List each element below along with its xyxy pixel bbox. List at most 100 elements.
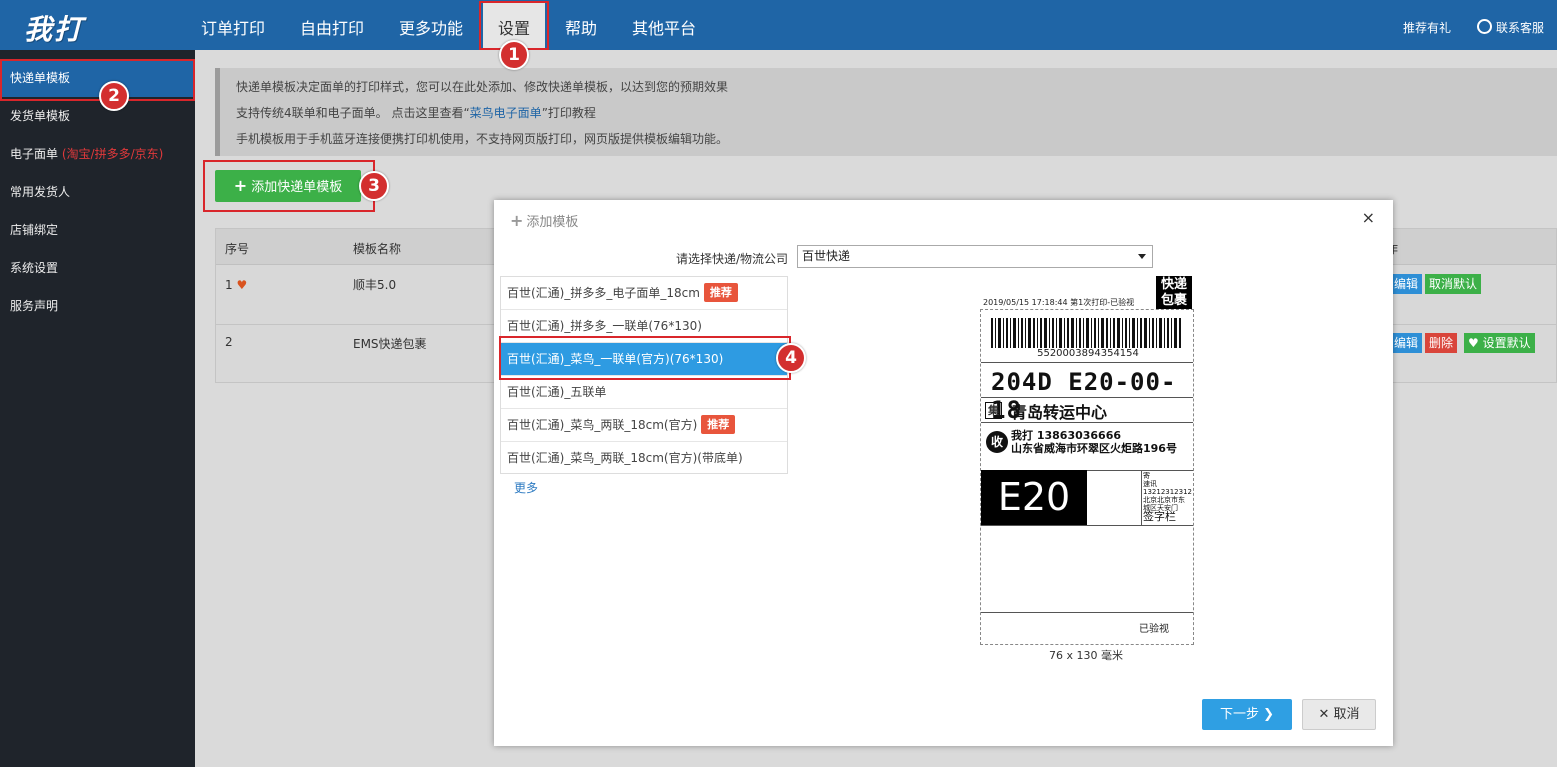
list-item[interactable]: 百世(汇通)_菜鸟_两联_18cm(官方) 推荐 bbox=[501, 409, 787, 442]
collect-icon: 集 bbox=[985, 402, 1002, 419]
sidebar-item-label: 电子面单 bbox=[10, 147, 59, 161]
template-label: 百世(汇通)_拼多多_电子面单_18cm bbox=[507, 286, 700, 300]
print-date-line: 2019/05/15 17:18:44 第1次打印-已验视 bbox=[983, 298, 1135, 307]
sidebar-item-service-statement[interactable]: 服务声明 bbox=[0, 287, 195, 325]
divider bbox=[981, 525, 1193, 526]
callout-badge-4: 4 bbox=[776, 343, 806, 373]
callout-box-express-template bbox=[0, 59, 195, 101]
sender-text: 北京北京市东 bbox=[1143, 496, 1185, 504]
sender-text: 速讯 bbox=[1143, 480, 1157, 488]
divider bbox=[981, 362, 1193, 363]
row-index: 2 bbox=[225, 335, 233, 349]
carrier-select-value: 百世快递 bbox=[802, 249, 851, 263]
carrier-select-label: 请选择快递/物流公司 bbox=[676, 252, 789, 266]
heart-icon: ♥ bbox=[236, 278, 248, 292]
sidebar-item-shop-binding[interactable]: 店铺绑定 bbox=[0, 211, 195, 249]
nav-other-platforms[interactable]: 其他平台 bbox=[632, 0, 696, 50]
add-template-dialog: + 添加模板 × 请选择快递/物流公司 百世快递 百世(汇通)_拼多多_电子面单_… bbox=[494, 200, 1393, 746]
table-row: 1 ♥ bbox=[225, 278, 247, 292]
set-default-button[interactable]: ♥ 设置默认 bbox=[1464, 333, 1535, 353]
more-templates-link[interactable]: 更多 bbox=[514, 479, 538, 496]
template-label: 百世(汇通)_五联单 bbox=[507, 385, 607, 399]
next-label: 下一步 bbox=[1219, 707, 1259, 722]
callout-badge-1: 1 bbox=[499, 40, 529, 70]
sidebar-item-note: (淘宝/拼多多/京东) bbox=[61, 147, 164, 161]
sender-info: 寄 速讯 13212312312 北京北京市东 城区天安门 bbox=[1143, 472, 1193, 512]
app-logo[interactable]: 我打 bbox=[24, 8, 134, 46]
cainiao-tutorial-link[interactable]: 菜鸟电子面单 bbox=[470, 106, 542, 120]
barcode-number: 5520003894354154 bbox=[1037, 348, 1139, 359]
badge-line: 快递 bbox=[1160, 277, 1187, 292]
contact-label: 联系客服 bbox=[1496, 21, 1545, 35]
divider bbox=[981, 612, 1193, 613]
sidebar-item-senders[interactable]: 常用发货人 bbox=[0, 173, 195, 211]
sidebar-item-e-waybill[interactable]: 电子面单 (淘宝/拼多多/京东) bbox=[0, 135, 195, 173]
info-notice: 快递单模板决定面单的打印样式，您可以在此处添加、修改快递单模板，以达到您的预期效… bbox=[215, 68, 1557, 156]
heart-icon: ♥ bbox=[1468, 336, 1483, 350]
next-step-button[interactable]: 下一步 ❯ bbox=[1202, 699, 1292, 730]
sidebar-item-shipping-template[interactable]: 发货单模板 bbox=[0, 97, 195, 135]
express-parcel-badge: 快递 包裹 bbox=[1156, 276, 1192, 311]
recommend-tag: 推荐 bbox=[701, 415, 736, 434]
info-line-3: 手机模板用于手机蓝牙连接便携打印机使用，不支持网页版打印，网页版提供模板编辑功能… bbox=[236, 132, 729, 146]
divider bbox=[981, 422, 1193, 423]
row-name: 顺丰5.0 bbox=[353, 278, 397, 292]
nav-help[interactable]: 帮助 bbox=[565, 0, 597, 50]
preview-size: 76 x 130 毫米 bbox=[1049, 649, 1123, 662]
receive-icon: 收 bbox=[986, 431, 1008, 453]
inspected-text: 已验视 bbox=[1139, 624, 1169, 635]
divider bbox=[981, 397, 1193, 398]
delete-button[interactable]: 删除 bbox=[1425, 333, 1458, 353]
set-default-label: 设置默认 bbox=[1482, 336, 1531, 350]
nav-order-print[interactable]: 订单打印 bbox=[201, 0, 265, 50]
chevron-right-icon: ❯ bbox=[1263, 707, 1275, 722]
info-text: ”打印教程 bbox=[541, 106, 596, 120]
edit-button[interactable]: 编辑 bbox=[1390, 274, 1423, 294]
sender-text: 13212312312 bbox=[1143, 488, 1192, 496]
info-line-2: 支持传统4联单和电子面单。 点击这里查看“菜鸟电子面单”打印教程 bbox=[236, 104, 596, 121]
route-code: E20 bbox=[981, 470, 1087, 525]
transit-center: 青岛转运中心 bbox=[1011, 403, 1108, 422]
cancel-default-button[interactable]: 取消默认 bbox=[1425, 274, 1482, 294]
row-name: EMS快递包裹 bbox=[353, 337, 427, 351]
recommend-tag: 推荐 bbox=[703, 283, 738, 302]
signature-field: 签字栏 bbox=[1143, 510, 1176, 523]
col-name-header: 模板名称 bbox=[353, 242, 402, 256]
info-line-1: 快递单模板决定面单的打印样式，您可以在此处添加、修改快递单模板，以达到您的预期效… bbox=[236, 80, 729, 94]
callout-badge-2: 2 bbox=[99, 81, 129, 111]
close-icon[interactable]: × bbox=[1362, 208, 1375, 227]
headset-icon bbox=[1477, 19, 1492, 34]
list-item[interactable]: 百世(汇通)_菜鸟_两联_18cm(官方)(带底单) bbox=[501, 442, 787, 475]
cancel-button[interactable]: ✕ 取消 bbox=[1302, 699, 1376, 730]
carrier-select[interactable]: 百世快递 bbox=[797, 245, 1153, 268]
callout-badge-3: 3 bbox=[359, 171, 389, 201]
dialog-title: + 添加模板 bbox=[510, 211, 578, 230]
template-label: 百世(汇通)_菜鸟_两联_18cm(官方) bbox=[507, 418, 698, 432]
divider bbox=[1141, 470, 1142, 525]
col-index-header: 序号 bbox=[225, 242, 250, 256]
sidebar-item-system-settings[interactable]: 系统设置 bbox=[0, 249, 195, 287]
waybill-preview: 2019/05/15 17:18:44 第1次打印-已验视 5520003894… bbox=[980, 298, 1194, 645]
cancel-label: 取消 bbox=[1333, 707, 1360, 722]
edit-button[interactable]: 编辑 bbox=[1390, 333, 1423, 353]
recommend-link[interactable]: 推荐有礼 bbox=[1403, 0, 1451, 50]
badge-line: 包裹 bbox=[1160, 293, 1187, 308]
nav-free-print[interactable]: 自由打印 bbox=[300, 0, 364, 50]
template-label: 百世(汇通)_菜鸟_两联_18cm(官方)(带底单) bbox=[507, 451, 743, 465]
close-icon: ✕ bbox=[1318, 707, 1330, 722]
barcode-icon bbox=[991, 318, 1181, 348]
sidebar: 快递单模板 发货单模板 电子面单 (淘宝/拼多多/京东) 常用发货人 店铺绑定 … bbox=[0, 50, 195, 767]
callout-box-selected-template bbox=[499, 336, 791, 380]
dialog-title-text: 添加模板 bbox=[526, 215, 579, 230]
sender-text: 寄 bbox=[1143, 472, 1150, 480]
nav-more-features[interactable]: 更多功能 bbox=[399, 0, 463, 50]
receiver-address: 山东省威海市环翠区火炬路196号 bbox=[1011, 442, 1177, 455]
chevron-down-icon bbox=[1138, 254, 1146, 259]
contact-service-link[interactable]: 联系客服 bbox=[1477, 0, 1544, 50]
template-label: 百世(汇通)_拼多多_一联单(76*130) bbox=[507, 319, 702, 333]
callout-box-add-button bbox=[203, 160, 375, 212]
list-item[interactable]: 百世(汇通)_拼多多_电子面单_18cm 推荐 bbox=[501, 277, 787, 310]
row-index: 1 bbox=[225, 278, 233, 292]
list-item[interactable]: 百世(汇通)_五联单 bbox=[501, 376, 787, 409]
plus-icon: + bbox=[510, 211, 524, 230]
